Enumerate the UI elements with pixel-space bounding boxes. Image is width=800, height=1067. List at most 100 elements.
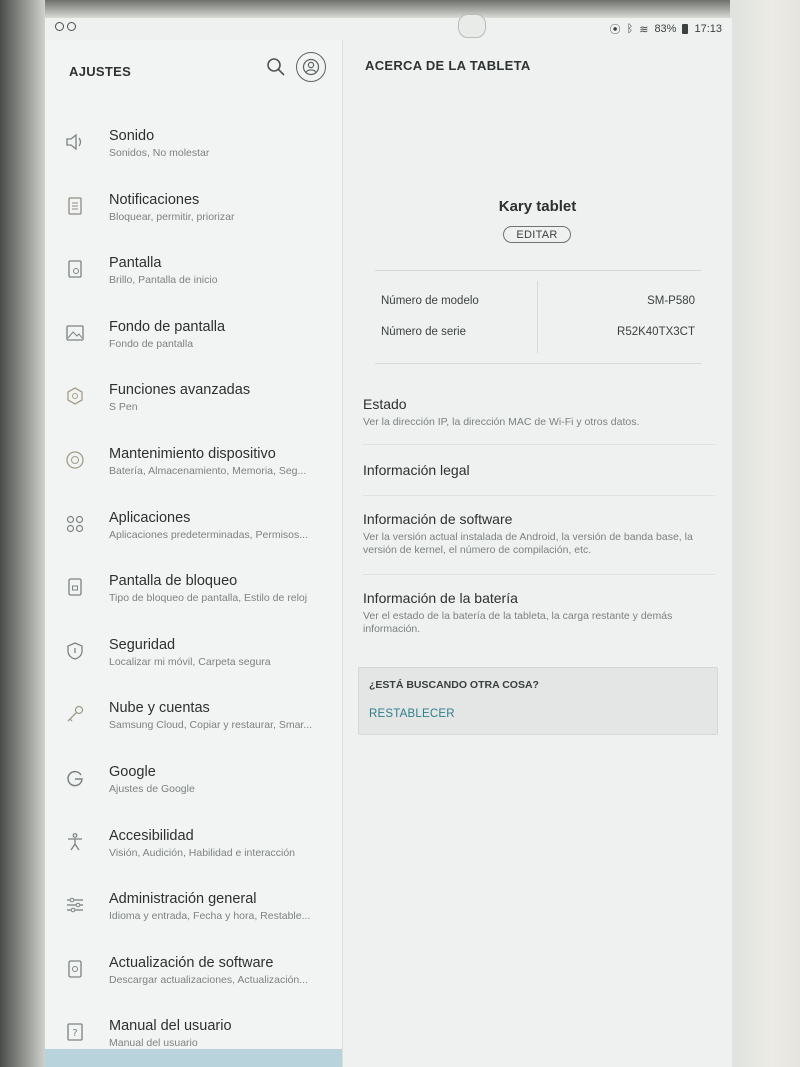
device-maintenance-icon (64, 449, 86, 471)
status-left-icons (55, 22, 76, 31)
item-title: Información legal (363, 462, 470, 478)
page-title: ACERCA DE LA TABLETA (365, 58, 531, 73)
item-title: Estado (363, 396, 407, 412)
menu-item-aplicaciones[interactable]: Aplicaciones Aplicaciones predeterminada… (45, 496, 342, 560)
notification-dot-icon (55, 22, 64, 31)
battery-percent: 83% (654, 23, 677, 35)
about-tablet-panel: ACERCA DE LA TABLETA Kary tablet EDITAR … (343, 40, 732, 1067)
menu-item-title: Manual del usuario (109, 1018, 232, 1035)
tablet-bezel-top (0, 0, 800, 18)
sliders-icon (64, 894, 86, 916)
serial-number-label: Número de serie (381, 326, 467, 338)
menu-item-subtitle: Fondo de pantalla (109, 337, 194, 350)
menu-item-subtitle: Batería, Almacenamiento, Memoria, Seg... (109, 464, 307, 477)
menu-item-subtitle: Descargar actualizaciones, Actualización… (109, 973, 309, 986)
informacion-de-software-item[interactable]: Información de software Ver la versión a… (363, 511, 713, 557)
menu-item-subtitle: Manual del usuario (109, 1037, 198, 1050)
menu-item-subtitle: Ajustes de Google (109, 782, 195, 795)
model-number-row: Número de modelo SM-P580 (381, 295, 695, 307)
account-icon[interactable] (296, 52, 326, 82)
menu-item-title: Seguridad (109, 636, 176, 653)
menu-item-pantalla[interactable]: Pantalla Brillo, Pantalla de inicio (45, 241, 342, 305)
menu-item-subtitle: Visión, Audición, Habilidad e interacció… (109, 846, 296, 859)
location-icon: ⦿ (609, 24, 621, 36)
item-title: Información de software (363, 511, 513, 527)
settings-title: AJUSTES (69, 64, 132, 79)
menu-item-title: Administración general (109, 891, 257, 908)
menu-item-title: Notificaciones (109, 191, 200, 208)
informacion-de-la-bateria-item[interactable]: Información de la batería Ver el estado … (363, 590, 713, 636)
clock: 17:13 (694, 23, 722, 35)
status-right-icons: ⦿ ᛒ ≋ 83% 17:13 (610, 21, 722, 37)
menu-item-pantalla-de-bloqueo[interactable]: Pantalla de bloqueo Tipo de bloqueo de p… (45, 559, 342, 623)
item-subtitle: Ver el estado de la batería de la tablet… (363, 610, 673, 635)
wallpaper-icon (64, 322, 86, 344)
key-icon (64, 703, 86, 725)
device-name: Kary tablet (498, 198, 577, 215)
menu-item-title: Accesibilidad (109, 827, 194, 844)
google-icon (64, 767, 86, 789)
menu-item-title: Actualización de software (109, 954, 274, 971)
model-number-label: Número de modelo (381, 295, 479, 307)
svg-text:?: ? (72, 1028, 77, 1039)
search-icon[interactable] (265, 56, 287, 78)
apps-icon (64, 513, 86, 535)
menu-item-title: Funciones avanzadas (109, 382, 251, 399)
bluetooth-icon: ᛒ (626, 23, 634, 35)
menu-item-subtitle: Tipo de bloqueo de pantalla, Estilo de r… (109, 592, 308, 605)
menu-item-subtitle: Aplicaciones predeterminadas, Permisos..… (109, 528, 309, 541)
selected-menu-item-highlight[interactable] (45, 1049, 342, 1067)
tablet-bezel-right (730, 0, 800, 1067)
model-number-value: SM-P580 (647, 295, 695, 307)
menu-item-funciones-avanzadas[interactable]: Funciones avanzadas S Pen (45, 368, 342, 432)
menu-item-title: Mantenimiento dispositivo (109, 445, 276, 462)
menu-item-title: Aplicaciones (109, 509, 191, 526)
item-subtitle: Ver la versión actual instalada de Andro… (363, 531, 693, 556)
menu-item-seguridad[interactable]: Seguridad Localizar mi móvil, Carpeta se… (45, 623, 342, 687)
display-icon (64, 258, 86, 280)
menu-item-subtitle: S Pen (109, 401, 138, 414)
tablet-bezel-left (0, 0, 45, 1067)
menu-item-actualizacion-de-software[interactable]: Actualización de software Descargar actu… (45, 941, 342, 1005)
separator (363, 574, 715, 575)
menu-item-title: Fondo de pantalla (109, 318, 226, 335)
advanced-features-icon (64, 385, 86, 407)
notifications-icon (64, 195, 86, 217)
menu-item-nube-y-cuentas[interactable]: Nube y cuentas Samsung Cloud, Copiar y r… (45, 686, 342, 750)
device-info-card: Número de modelo SM-P580 Número de serie… (375, 270, 701, 364)
battery-icon (682, 24, 689, 34)
reset-link[interactable]: RESTABLECER (369, 708, 455, 720)
menu-item-notificaciones[interactable]: Notificaciones Bloquear, permitir, prior… (45, 178, 342, 242)
menu-item-subtitle: Localizar mi móvil, Carpeta segura (109, 655, 271, 668)
menu-item-sonido[interactable]: Sonido Sonidos, No molestar (45, 114, 342, 178)
menu-item-google[interactable]: Google Ajustes de Google (45, 750, 342, 814)
menu-item-mantenimiento-dispositivo[interactable]: Mantenimiento dispositivo Batería, Almac… (45, 432, 342, 496)
notification-dot-icon (67, 22, 76, 31)
separator (363, 444, 715, 445)
info-card-divider (537, 281, 538, 353)
lock-screen-icon (64, 576, 86, 598)
menu-item-title: Pantalla de bloqueo (109, 573, 238, 590)
tablet-screen: ⦿ ᛒ ≋ 83% 17:13 AJUSTES Sonido Sonidos, … (45, 18, 732, 1067)
menu-item-subtitle: Idioma y entrada, Fecha y hora, Restable… (109, 910, 311, 923)
looking-for-something-else-card: ¿ESTÁ BUSCANDO OTRA COSA? RESTABLECER (358, 667, 718, 735)
estado-item[interactable]: Estado Ver la dirección IP, la dirección… (363, 396, 713, 429)
status-bar: ⦿ ᛒ ≋ 83% 17:13 (45, 18, 732, 40)
shield-icon (64, 640, 86, 662)
separator (363, 495, 715, 496)
edit-button[interactable]: EDITAR (503, 226, 571, 243)
item-title: Información de la batería (363, 590, 518, 606)
menu-item-administracion-general[interactable]: Administración general Idioma y entrada,… (45, 877, 342, 941)
software-update-icon (64, 958, 86, 980)
menu-item-subtitle: Brillo, Pantalla de inicio (109, 274, 218, 287)
menu-item-title: Pantalla (109, 255, 162, 272)
wifi-icon: ≋ (639, 23, 649, 36)
menu-item-fondo-de-pantalla[interactable]: Fondo de pantalla Fondo de pantalla (45, 305, 342, 369)
front-camera (458, 14, 486, 38)
informacion-legal-item[interactable]: Información legal (363, 462, 713, 478)
menu-item-title: Google (109, 763, 156, 780)
accessibility-icon (64, 831, 86, 853)
speaker-icon (64, 131, 86, 153)
menu-item-accesibilidad[interactable]: Accesibilidad Visión, Audición, Habilida… (45, 814, 342, 878)
menu-item-subtitle: Sonidos, No molestar (109, 147, 210, 159)
